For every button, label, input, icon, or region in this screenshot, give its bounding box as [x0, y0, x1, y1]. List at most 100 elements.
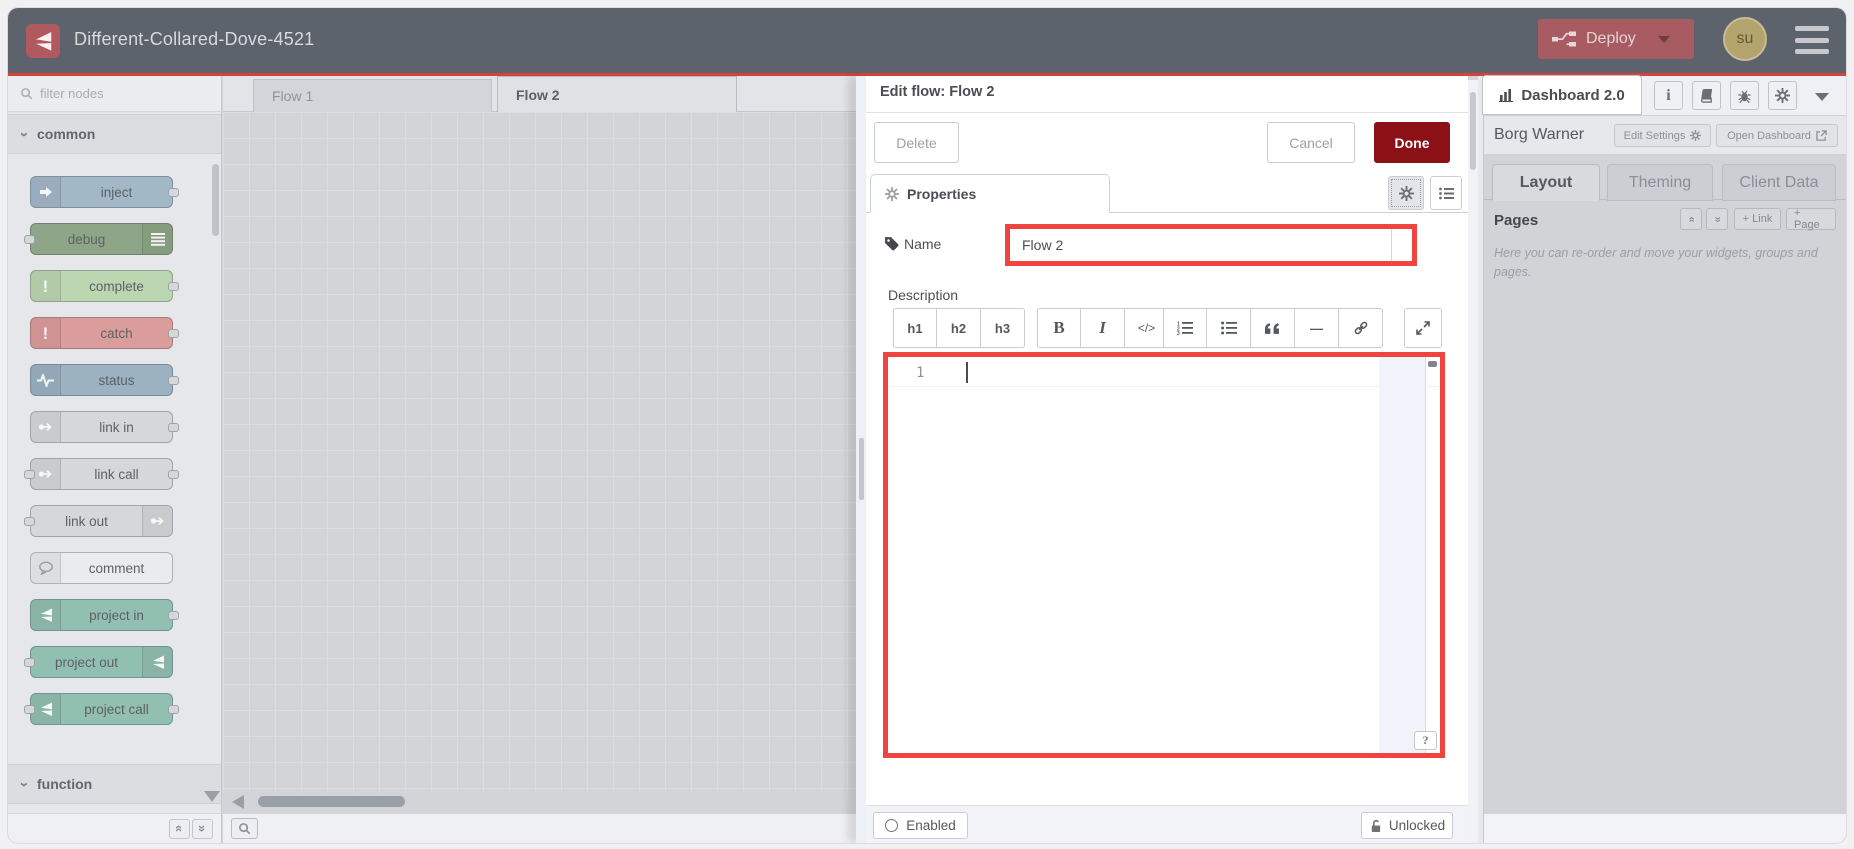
tab-flow-2[interactable]: Flow 2	[497, 76, 737, 113]
editor-help-button[interactable]: ?	[1414, 731, 1437, 750]
tab-flow-1[interactable]: Flow 1	[253, 79, 492, 112]
external-link-icon	[1816, 130, 1827, 141]
sidebar-footer	[1484, 813, 1846, 843]
deploy-button[interactable]: Deploy	[1538, 19, 1694, 59]
palette-node-project-call[interactable]: project call	[24, 693, 179, 725]
palette-node-status[interactable]: status	[30, 364, 179, 396]
node-port-left	[24, 658, 35, 667]
palette-node-link-out[interactable]: link out	[24, 505, 173, 537]
palette-node-inject[interactable]: inject	[30, 176, 179, 208]
palette-node-project-out[interactable]: project out	[24, 646, 173, 678]
editor-active-line-underline	[888, 386, 1440, 387]
palette-node-debug[interactable]: debug	[24, 223, 173, 255]
exclamation-icon: !	[31, 271, 61, 301]
palette-scrollbar[interactable]	[212, 164, 219, 804]
done-button[interactable]: Done	[1374, 122, 1450, 163]
md-bold-button[interactable]: B	[1037, 308, 1081, 348]
flow-tab-label: Flow 1	[272, 88, 314, 104]
chevron-down-icon: ›	[16, 781, 33, 787]
bar-chart-icon	[1499, 88, 1514, 102]
bug-button[interactable]	[1730, 81, 1759, 110]
delete-button[interactable]: Delete	[874, 122, 959, 163]
gear-button[interactable]	[1768, 81, 1797, 110]
svg-text:3: 3	[1177, 331, 1180, 335]
flow-name-input[interactable]: Flow 2	[1010, 229, 1392, 261]
md-horizontal-rule-button[interactable]: —	[1295, 308, 1339, 348]
link-icon	[31, 459, 61, 489]
sidebar-more-tabs-caret-icon[interactable]	[1815, 93, 1829, 101]
comment-bubble-icon	[31, 553, 61, 583]
open-dashboard-button[interactable]: Open Dashboard	[1716, 124, 1838, 147]
tab-theming[interactable]: Theming	[1607, 164, 1713, 201]
description-list-button[interactable]	[1430, 176, 1462, 210]
tab-dashboard-2[interactable]: Dashboard 2.0	[1482, 75, 1642, 115]
editor-scrollbar-thumb[interactable]	[1428, 361, 1437, 367]
move-page-up-button[interactable]: «	[1680, 208, 1702, 230]
tab-client-data[interactable]: Client Data	[1722, 164, 1836, 201]
md-italic-button[interactable]: I	[1081, 308, 1125, 348]
add-page-button[interactable]: + Page	[1786, 207, 1836, 231]
canvas-search-button[interactable]	[231, 818, 258, 839]
md-heading1-button[interactable]: h1	[893, 308, 937, 348]
user-avatar[interactable]: su	[1723, 17, 1767, 61]
node-port-right	[168, 705, 179, 714]
md-heading3-button[interactable]: h3	[981, 308, 1025, 348]
flow-locked-toggle[interactable]: Unlocked	[1361, 812, 1453, 839]
md-ordered-list-button[interactable]: 123	[1163, 308, 1207, 348]
properties-tab-label: Properties	[907, 185, 977, 202]
md-quote-button[interactable]	[1251, 308, 1295, 348]
palette-node-link-in[interactable]: link in	[30, 411, 179, 443]
node-red-icon	[142, 647, 172, 677]
edit-settings-button[interactable]: Edit Settings	[1614, 124, 1711, 147]
canvas-scroll-left-icon[interactable]	[232, 795, 244, 809]
palette-node-project-in[interactable]: project in	[30, 599, 179, 631]
edit-properties-gear-button[interactable]	[1388, 176, 1424, 210]
node-port-left	[24, 705, 35, 714]
md-heading2-button[interactable]: h2	[937, 308, 981, 348]
palette-node-comment[interactable]: comment	[30, 552, 173, 584]
tray-scrollbar[interactable]	[1468, 80, 1478, 843]
md-unordered-list-button[interactable]	[1207, 308, 1251, 348]
main-menu-button[interactable]	[1795, 26, 1829, 54]
description-editor[interactable]: 1 ?	[883, 352, 1445, 758]
menu-bar-icon	[1795, 37, 1829, 43]
palette-filter-box[interactable]: filter nodes	[8, 76, 221, 112]
flow-enabled-toggle[interactable]: Enabled	[873, 812, 968, 839]
info-button[interactable]: i	[1654, 81, 1683, 110]
palette-category-function[interactable]: › function	[8, 764, 221, 804]
palette-node-catch[interactable]: ! catch	[30, 317, 179, 349]
header-bar: Different-Collared-Dove-4521 Deploy su	[8, 8, 1846, 73]
expand-all-categories-button[interactable]: »	[192, 818, 213, 839]
palette-scroll-down-icon[interactable]	[204, 791, 220, 802]
tray-resize-handle[interactable]	[856, 76, 866, 843]
node-port-left	[24, 235, 35, 244]
book-button[interactable]	[1692, 81, 1721, 110]
tray-title: Edit flow: Flow 2	[880, 84, 995, 100]
palette-category-common[interactable]: › common	[8, 114, 221, 154]
deploy-options-caret-icon[interactable]	[1657, 35, 1670, 43]
cancel-button[interactable]: Cancel	[1267, 122, 1355, 163]
node-port-right	[168, 376, 179, 385]
canvas-horizontal-scrollbar[interactable]	[258, 796, 405, 807]
node-port-right	[168, 423, 179, 432]
name-field-label: Name	[904, 236, 942, 252]
palette-node-complete[interactable]: ! complete	[30, 270, 179, 302]
node-red-logo-icon	[26, 24, 60, 58]
markdown-toolbar: h1 h2 h3 B I </> 1 2 3—	[866, 308, 1468, 348]
divider	[866, 112, 1468, 113]
deploy-icon	[1552, 31, 1576, 47]
palette-node-link-call[interactable]: link call	[24, 458, 179, 490]
tab-layout[interactable]: Layout	[1492, 164, 1600, 201]
tab-properties[interactable]: Properties	[870, 174, 1110, 213]
flow-canvas[interactable]	[223, 112, 856, 793]
expand-editor-button[interactable]	[1404, 308, 1442, 348]
right-sidebar: Dashboard 2.0 i Borg Warner Edit Setting…	[1482, 75, 1846, 843]
add-link-button[interactable]: + Link	[1734, 208, 1781, 230]
exclamation-icon: !	[31, 318, 61, 348]
palette-node-label: debug	[67, 231, 106, 247]
md-link-button[interactable]	[1339, 308, 1383, 348]
collapse-all-categories-button[interactable]: «	[169, 818, 190, 839]
move-page-down-button[interactable]: »	[1706, 208, 1728, 230]
unlocked-label: Unlocked	[1388, 818, 1446, 833]
node-port-right	[168, 282, 179, 291]
